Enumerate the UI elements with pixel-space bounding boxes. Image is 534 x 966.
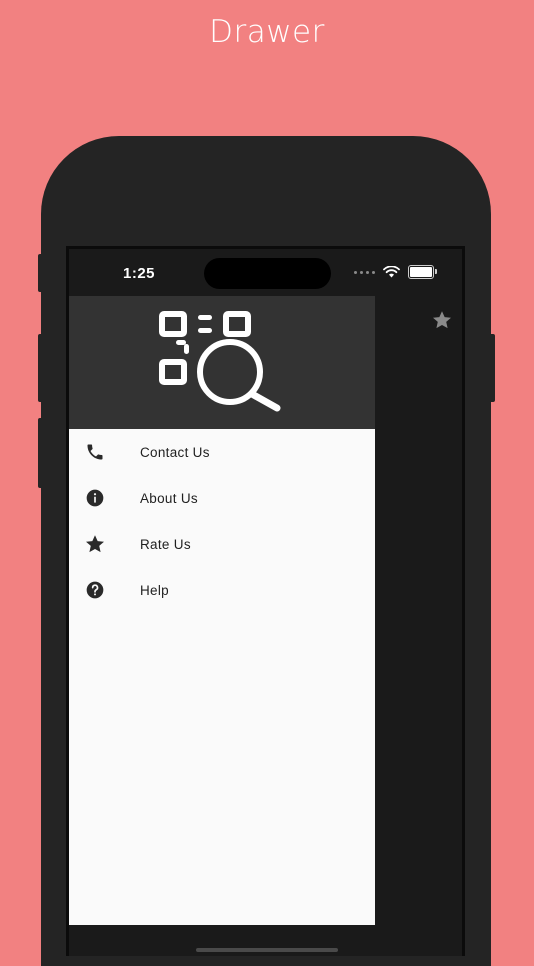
cellular-signal-icon	[354, 270, 375, 274]
battery-icon	[408, 265, 437, 279]
menu-label-help: Help	[140, 582, 169, 598]
menu-label-contact-us: Contact Us	[140, 444, 210, 460]
phone-icon	[84, 441, 106, 463]
wifi-icon	[383, 266, 400, 278]
home-indicator[interactable]	[196, 948, 338, 952]
info-icon	[84, 487, 106, 509]
menu-label-rate-us: Rate Us	[140, 536, 191, 552]
favorite-star-icon[interactable]	[431, 309, 453, 331]
menu-item-contact-us[interactable]: Contact Us	[69, 429, 375, 475]
drawer-menu: Contact Us About Us Rate Us Help	[69, 429, 375, 613]
menu-item-rate-us[interactable]: Rate Us	[69, 521, 375, 567]
app-background: 1:25 Contact Us About Us Rate Us Help	[69, 249, 462, 956]
marketing-caption: Drawer	[209, 14, 325, 50]
help-icon	[84, 579, 106, 601]
drawer-header	[69, 296, 375, 429]
menu-item-about-us[interactable]: About Us	[69, 475, 375, 521]
status-time: 1:25	[123, 265, 156, 282]
menu-item-help[interactable]: Help	[69, 567, 375, 613]
status-indicators	[354, 265, 437, 279]
star-icon	[84, 533, 106, 555]
phone-screen: 1:25 Contact Us About Us Rate Us Help	[66, 246, 465, 956]
menu-label-about-us: About Us	[140, 490, 198, 506]
dynamic-island	[204, 258, 331, 289]
navigation-drawer: Contact Us About Us Rate Us Help	[69, 296, 375, 925]
qr-search-icon	[159, 311, 281, 412]
